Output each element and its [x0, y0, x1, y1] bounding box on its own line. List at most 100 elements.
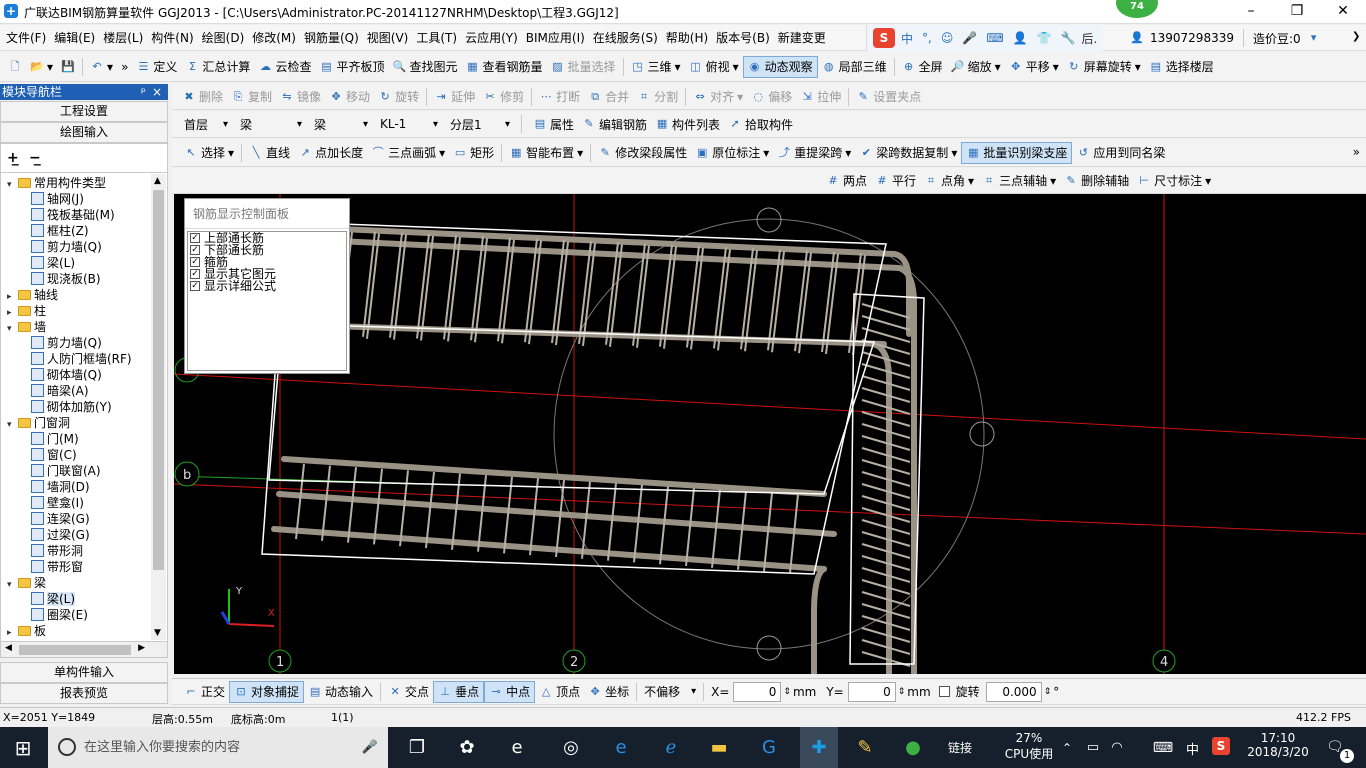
tree-node-25[interactable]: ▾ 梁 [7, 575, 46, 591]
edge-blue-icon[interactable]: e [608, 735, 634, 761]
tb5-button-4[interactable]: ✎ 删除辅轴 [1060, 170, 1133, 192]
glodon-g-icon[interactable]: G [756, 735, 782, 761]
tree-node-7[interactable]: ▸ 轴线 [7, 287, 58, 303]
restore-button[interactable]: ❐ [1274, 0, 1320, 24]
close-button[interactable]: ✕ [1320, 0, 1366, 24]
tb4-button-11[interactable]: ↺ 应用到同名梁 [1072, 142, 1169, 164]
snap-button-7[interactable]: ✥ 坐标 [584, 681, 633, 703]
tb5-button-0[interactable]: # 两点 [822, 170, 871, 192]
toolbar-overflow-icon[interactable]: ❯ [1352, 31, 1360, 42]
tb2-button-8[interactable]: ⧉ 合并 [584, 86, 633, 108]
input-language[interactable]: 中 [1186, 739, 1199, 758]
tb1-button-4[interactable]: 🔍 查找图元 [388, 56, 461, 78]
tree-node-8[interactable]: ▸ 柱 [7, 303, 46, 319]
tb4-button-5[interactable]: ▦ 智能布置 ▾ [505, 142, 587, 164]
tb2-button-12[interactable]: ⇲ 拉伸 [796, 86, 845, 108]
tree-expander-icon-28[interactable]: ▸ [7, 625, 17, 641]
expand-all-icon[interactable]: +̲ [7, 150, 19, 166]
tree-node-28[interactable]: ▸ 板 [7, 623, 46, 639]
windows-start-icon[interactable]: ⊞ [10, 735, 36, 761]
sogou-icon[interactable]: S [873, 28, 895, 48]
tb3-button-3[interactable]: ➚ 拾取构件 [724, 113, 797, 135]
tb1-button-0[interactable]: ☰ 定义 [132, 56, 181, 78]
checkbox-checked-icon-4[interactable]: ✓ [190, 281, 200, 291]
tb1-button-11[interactable]: ⊕ 全屏 [898, 56, 947, 78]
ggj-app-icon[interactable]: ✚ [800, 727, 838, 768]
tb4-button-4[interactable]: ▭ 矩形 [449, 142, 498, 164]
tree-node-12[interactable]: 砌体墙(Q) [31, 367, 102, 383]
snap-button-4[interactable]: ⊥ 垂点 [433, 680, 485, 703]
tree-node-16[interactable]: 门(M) [31, 431, 79, 447]
component-select[interactable]: KL-1 [376, 114, 442, 134]
menu-item-14[interactable]: 新建变更 [774, 25, 830, 51]
tb2-button-1[interactable]: ⎘ 复制 [227, 86, 276, 108]
checkbox-checked-icon-3[interactable]: ✓ [190, 269, 200, 279]
tree-expander-icon-25[interactable]: ▾ [7, 577, 17, 593]
menu-item-8[interactable]: 工具(T) [412, 25, 461, 51]
tb2-button-5[interactable]: ⇥ 延伸 [430, 86, 479, 108]
tb1-button-2[interactable]: ☁ 云检查 [254, 56, 315, 78]
tree-node-23[interactable]: 带形洞 [31, 543, 83, 559]
tree-node-0[interactable]: ▾ 常用构件类型 [7, 175, 106, 191]
fan-app-icon[interactable]: ✿ [454, 735, 480, 761]
green-app-icon[interactable]: ● [900, 735, 926, 761]
ime-tool-icon-2[interactable]: ☺ [941, 31, 954, 45]
tb2-button-6[interactable]: ✂ 修剪 [479, 86, 528, 108]
checkbox-checked-icon-2[interactable]: ✓ [190, 257, 200, 267]
tree-node-2[interactable]: 筏板基础(M) [31, 207, 115, 223]
type-select-2[interactable]: 梁 [310, 114, 372, 134]
snap-button-3[interactable]: ✕ 交点 [384, 681, 433, 703]
menu-item-4[interactable]: 绘图(D) [198, 25, 249, 51]
snap-button-1[interactable]: ⊡ 对象捕捉 [229, 680, 305, 703]
tb2-button-3[interactable]: ✥ 移动 [325, 86, 374, 108]
menu-item-9[interactable]: 云应用(Y) [461, 25, 522, 51]
tb1-button-15[interactable]: ▤ 选择楼层 [1145, 56, 1218, 78]
drawing-input-button[interactable]: 绘图输入 [0, 122, 168, 143]
tb2-button-9[interactable]: ⌗ 分割 [633, 86, 682, 108]
ime-tool-icon-1[interactable]: °, [922, 31, 932, 45]
ime-tool-icon-6[interactable]: 👕 [1037, 31, 1052, 45]
dropdown-arrow-icon[interactable]: ▾ [1307, 31, 1321, 45]
tb3-button-2[interactable]: ▦ 构件列表 [651, 113, 724, 135]
tree-node-18[interactable]: 门联窗(A) [31, 463, 101, 479]
tree-hscrollbar[interactable]: ◀ ▶ [0, 641, 168, 658]
checkbox-checked-icon-0[interactable]: ✓ [190, 233, 200, 243]
tb2-button-2[interactable]: ⇋ 镜像 [276, 86, 325, 108]
edge-icon[interactable]: e [504, 735, 530, 761]
tb3-button-1[interactable]: ✎ 编辑钢筋 [578, 113, 651, 135]
tb2-button-0[interactable]: ✖ 删除 [178, 86, 227, 108]
tb1-button-6[interactable]: ▨ 批量选择 [547, 56, 620, 78]
rotate-checkbox[interactable] [938, 686, 950, 697]
3d-rebar-drawing[interactable]: 1 2 4 b Y X [174, 194, 1366, 674]
tb1-button-1[interactable]: Σ 汇总计算 [181, 56, 254, 78]
tree-node-11[interactable]: 人防门框墙(RF) [31, 351, 132, 367]
tb4-button-2[interactable]: ↗ 点加长度 [294, 142, 367, 164]
tb1-button-7[interactable]: ◳ 三维 ▾ [627, 56, 685, 78]
tb1-button-5[interactable]: ▦ 查看钢筋量 [461, 56, 546, 78]
snap-button-0[interactable]: ⌐ 正交 [180, 681, 229, 703]
menu-item-11[interactable]: 在线服务(S) [589, 25, 662, 51]
microphone-icon[interactable]: 🎤 [362, 727, 378, 768]
tb4-button-6[interactable]: ✎ 修改梁段属性 [594, 142, 691, 164]
chevron-up-icon[interactable]: ⌃ [1054, 735, 1080, 761]
qq-browser-icon[interactable]: ◎ [558, 735, 584, 761]
tb1-button-12[interactable]: 🔎 缩放 ▾ [947, 56, 1005, 78]
task-view-icon[interactable]: ❐ [404, 735, 430, 761]
menu-item-1[interactable]: 编辑(E) [50, 25, 99, 51]
toolbar-overflow-button[interactable]: » [117, 56, 132, 78]
undo-button[interactable]: ↶ ▾ [86, 56, 117, 78]
tb1-button-3[interactable]: ▤ 平齐板顶 [315, 56, 388, 78]
y-input[interactable] [847, 681, 896, 702]
tb2-button-7[interactable]: ⋯ 打断 [535, 86, 584, 108]
pin-icon[interactable]: ᵖ [141, 84, 146, 100]
collapse-all-icon[interactable]: −̲ [29, 150, 41, 166]
user-phone[interactable]: 13907298339 [1150, 31, 1234, 45]
offset-select[interactable]: 不偏移 [640, 682, 700, 702]
wifi-icon[interactable]: ◠ [1104, 735, 1130, 761]
menu-item-5[interactable]: 修改(M) [248, 25, 300, 51]
tree-node-22[interactable]: 过梁(G) [31, 527, 90, 543]
tree-expander-icon-15[interactable]: ▾ [7, 417, 17, 433]
single-component-input-button[interactable]: 单构件输入 [0, 662, 168, 683]
tree-node-6[interactable]: 现浇板(B) [31, 271, 101, 287]
toolbar-overflow-icon[interactable]: » [1353, 145, 1360, 159]
